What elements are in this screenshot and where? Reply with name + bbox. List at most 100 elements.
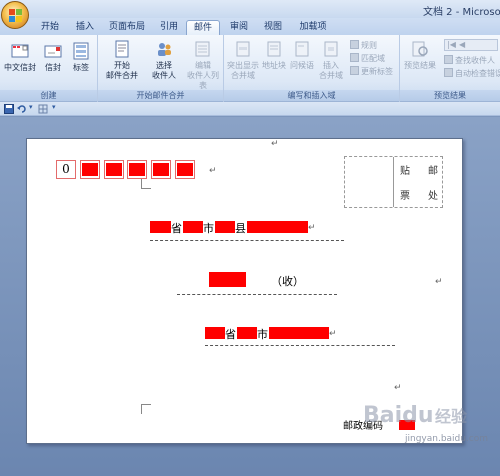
update-labels-icon [350, 66, 359, 75]
sender-city-suffix: 市 [257, 328, 268, 341]
county-suffix: 县 [235, 222, 246, 235]
city-suffix: 市 [203, 222, 214, 235]
name-underline [177, 294, 337, 295]
tab-home[interactable]: 开始 [35, 20, 65, 35]
office-logo-icon [9, 9, 22, 22]
labels-button[interactable]: 标签 [68, 41, 94, 73]
paragraph-mark: ↵ [209, 166, 217, 176]
address-underline [150, 240, 344, 241]
zip-digit-box [175, 160, 195, 179]
chinese-envelope-label: 中文信封 [4, 63, 36, 72]
tab-insert[interactable]: 插入 [70, 20, 100, 35]
greeting-line-button[interactable]: 问候语 [288, 39, 316, 71]
preview-results-label: 预览结果 [404, 61, 436, 70]
chinese-envelope-button[interactable]: 中文信封 [2, 41, 38, 73]
group-start-mail-merge: 开始 邮件合并 选择 收件人 编辑 收件人列表 开始邮件合并 [98, 35, 224, 102]
envelope-button[interactable]: 信封 [40, 41, 66, 73]
stamp-char-you: 邮 [428, 166, 438, 177]
recipient-suffix: （收） [271, 275, 304, 288]
edit-recipient-list-button[interactable]: 编辑 收件人列表 [184, 39, 222, 91]
tab-view[interactable]: 视图 [258, 20, 288, 35]
tab-references[interactable]: 引用 [154, 20, 184, 35]
insert-merge-field-label: 插入 合并域 [319, 61, 343, 80]
previous-record-icon[interactable]: ◀ [459, 40, 465, 50]
redacted-recipient-name [209, 272, 246, 287]
tab-mailings[interactable]: 邮件 [186, 20, 220, 35]
baidu-watermark: Baidu 经验 jingyan.baidu.com [335, 400, 500, 450]
match-fields-button[interactable]: 匹配域 [350, 53, 385, 64]
labels-icon [73, 42, 89, 60]
auto-check-icon [444, 68, 453, 77]
labels-label: 标签 [73, 63, 89, 72]
first-record-icon[interactable]: |◀ [447, 40, 456, 50]
sender-province-suffix: 省 [225, 328, 236, 341]
paragraph-mark: ↵ [435, 277, 443, 287]
envelope-icon [44, 45, 62, 58]
repeat-icon[interactable] [38, 104, 48, 114]
paragraph-mark: ↵ [394, 383, 402, 393]
rules-button[interactable]: 规则 [350, 40, 377, 51]
save-icon[interactable] [4, 104, 14, 114]
zip-digit-box [104, 160, 124, 179]
undo-dropdown-icon[interactable]: ▾ [29, 103, 33, 111]
group-write-insert-fields-label: 编写和插入域 [224, 90, 399, 101]
group-create: 中文信封 信封 标签 创建 [0, 35, 98, 102]
redacted-province [150, 221, 171, 233]
greeting-line-label: 问候语 [290, 61, 314, 70]
redacted-city [183, 221, 203, 233]
title-bar: 文档 2 - Microsoft [0, 0, 500, 18]
preview-results-button[interactable]: 预览结果 [402, 39, 438, 71]
crop-mark [141, 404, 151, 414]
recipients-icon [158, 43, 171, 56]
record-navigator[interactable]: |◀ ◀ [444, 39, 498, 51]
auto-check-errors-button[interactable]: 自动检查错误 [444, 68, 500, 79]
window-title: 文档 2 - Microsoft [423, 7, 500, 18]
watermark-suffix: 经验 [435, 407, 468, 426]
select-recipients-button[interactable]: 选择 收件人 [144, 39, 184, 81]
highlight-merge-fields-label: 突出显示 合并域 [227, 61, 259, 80]
paragraph-mark: ↵ [271, 139, 279, 149]
paragraph-mark: ↵ [308, 223, 316, 233]
rules-label: 规则 [361, 41, 377, 50]
zip-digit-box: 0 [56, 160, 76, 179]
undo-icon[interactable] [17, 104, 27, 114]
group-preview-results: 预览结果 |◀ ◀ 查找收件人 自动检查错误 预览结果 [400, 35, 500, 102]
match-fields-label: 匹配域 [361, 54, 385, 63]
auto-check-errors-label: 自动检查错误 [455, 69, 500, 78]
stamp-char-chu: 处 [428, 191, 438, 202]
sender-underline [205, 345, 395, 346]
quick-access-toolbar: ▾ ▾ [0, 102, 500, 116]
insert-field-icon [324, 41, 338, 57]
greeting-line-icon [295, 41, 309, 57]
watermark-brand: Baidu [363, 403, 434, 428]
edit-recipient-list-label: 编辑 收件人列表 [187, 61, 219, 90]
find-recipient-button[interactable]: 查找收件人 [444, 55, 495, 66]
watermark-url: jingyan.baidu.com [405, 434, 489, 444]
tab-review[interactable]: 审阅 [224, 20, 254, 35]
tab-addins[interactable]: 加载项 [293, 20, 333, 35]
ribbon-tabs: 开始 插入 页面布局 引用 邮件 审阅 视图 加载项 [0, 18, 500, 35]
start-mail-merge-label: 开始 邮件合并 [106, 61, 138, 80]
document-area: 0 ↵ ↵ 贴 邮 票 处 省 市 县 ↵ （收） ↵ 省 市 ↵ ↵ 邮政编码… [0, 117, 500, 476]
update-labels-button[interactable]: 更新标签 [350, 66, 393, 77]
redacted-street [247, 221, 308, 233]
office-button[interactable] [1, 1, 29, 29]
stamp-area: 贴 邮 票 处 [344, 156, 443, 208]
envelope-label: 信封 [45, 63, 61, 72]
rules-icon [350, 40, 359, 49]
address-block-label: 地址块 [262, 61, 286, 70]
customize-qat-icon[interactable]: ▾ [52, 103, 56, 111]
ribbon: 中文信封 信封 标签 创建 开始 邮件合并 选择 收件人 编辑 收件人列表 开始… [0, 35, 500, 102]
update-labels-label: 更新标签 [361, 67, 393, 76]
stamp-char-piao: 票 [400, 191, 410, 202]
start-mail-merge-button[interactable]: 开始 邮件合并 [102, 39, 142, 81]
find-recipient-label: 查找收件人 [455, 56, 495, 65]
group-create-label: 创建 [0, 90, 97, 101]
envelope-page[interactable]: 0 ↵ ↵ 贴 邮 票 处 省 市 县 ↵ （收） ↵ 省 市 ↵ ↵ 邮政编码 [26, 138, 463, 444]
insert-merge-field-button[interactable]: 插入 合并域 [316, 39, 346, 81]
highlight-merge-fields-button[interactable]: 突出显示 合并域 [226, 39, 260, 81]
stamp-char-tie: 贴 [400, 166, 410, 177]
highlight-fields-icon [236, 41, 250, 57]
address-block-button[interactable]: 地址块 [260, 39, 288, 71]
tab-page-layout[interactable]: 页面布局 [104, 20, 150, 35]
